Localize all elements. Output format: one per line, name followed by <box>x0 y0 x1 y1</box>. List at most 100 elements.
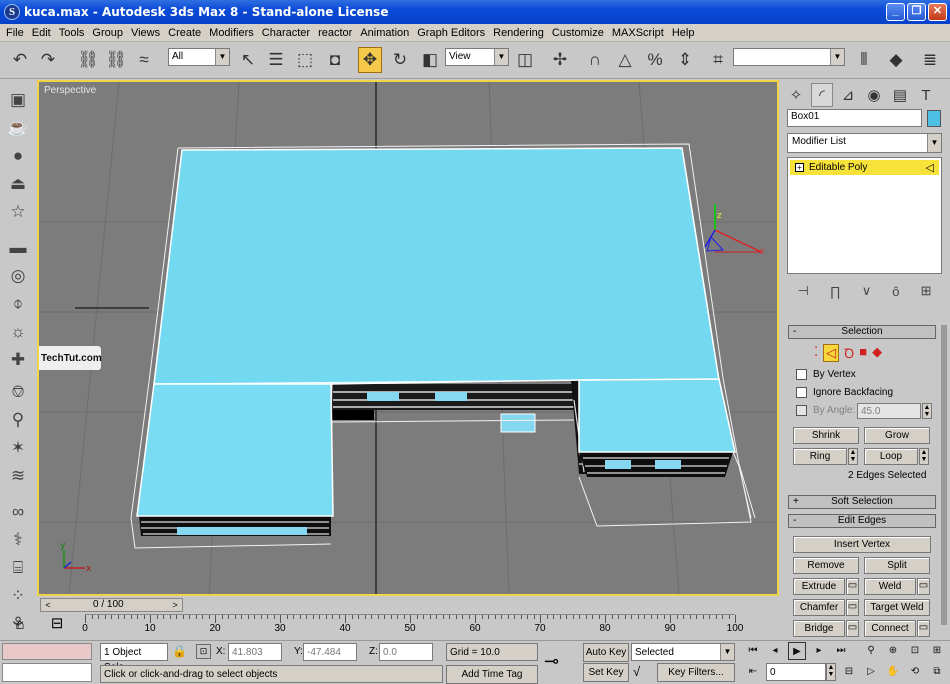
menu-rendering[interactable]: Rendering <box>490 27 549 39</box>
y-coordinate-field[interactable]: -47.484 <box>303 643 357 661</box>
menu-graph-editors[interactable]: Graph Editors <box>414 27 490 39</box>
select-and-link-icon[interactable]: ⛓ <box>76 47 100 73</box>
snap-toggle-icon[interactable]: ∩ <box>583 47 607 73</box>
key-tangent-icon[interactable]: √ <box>633 664 640 679</box>
current-frame-field[interactable]: 0 <box>766 663 826 681</box>
select-and-move-icon[interactable]: ✥ <box>358 47 382 73</box>
object-color-swatch[interactable] <box>927 110 941 127</box>
pivot-center-icon[interactable]: ◫ <box>513 47 537 73</box>
selection-filter-dropdown[interactable]: All ▼ <box>168 48 230 66</box>
polygon-level-icon[interactable]: ■ <box>859 344 867 362</box>
by-angle-checkbox[interactable] <box>796 405 807 416</box>
align-icon[interactable]: ◆ <box>884 47 908 73</box>
minimize-button[interactable]: _ <box>886 3 905 21</box>
create-wave-icon[interactable]: ≋ <box>5 464 31 488</box>
vertex-level-icon[interactable]: ⁚ <box>814 344 818 362</box>
maximize-viewport-icon[interactable]: ⧉ <box>928 663 946 681</box>
previous-frame-icon[interactable]: ◂ <box>766 642 784 660</box>
edit-edges-rollout-header[interactable]: - Edit Edges <box>788 514 936 528</box>
angle-spinner[interactable]: ▲ ▼ <box>922 403 932 419</box>
weld-button[interactable]: Weld <box>864 578 916 595</box>
close-button[interactable]: ✕ <box>928 3 947 21</box>
remove-modifier-icon[interactable]: ȏ <box>892 284 899 299</box>
auto-key-button[interactable]: Auto Key <box>583 643 629 662</box>
menu-customize[interactable]: Customize <box>549 27 609 39</box>
menu-views[interactable]: Views <box>128 27 165 39</box>
key-selection-dropdown[interactable]: Selected ▼ <box>631 643 735 661</box>
selection-rollout-header[interactable]: - Selection <box>788 325 936 339</box>
set-key-button[interactable]: Set Key <box>583 663 629 682</box>
ignore-backfacing-checkbox[interactable] <box>796 387 807 398</box>
next-frame-icon[interactable]: ▸ <box>810 642 828 660</box>
zoom-extents-icon[interactable]: ⊡ <box>906 642 924 660</box>
add-time-tag-button[interactable]: Add Time Tag <box>446 665 538 684</box>
shrink-button[interactable]: Shrink <box>793 427 859 444</box>
field-of-view-icon[interactable]: ▷ <box>862 663 880 681</box>
loop-spinner[interactable]: ▲ ▼ <box>919 448 929 465</box>
angle-snap-icon[interactable]: △ <box>613 47 637 73</box>
go-to-start-icon[interactable]: ⏮ <box>744 642 762 660</box>
menu-animation[interactable]: Animation <box>357 27 414 39</box>
create-spacewarp-icon[interactable]: ⚲ <box>5 408 31 432</box>
expand-plus-icon[interactable]: + <box>795 163 804 172</box>
create-camera-icon[interactable]: ⎊ <box>5 380 31 404</box>
ring-spinner[interactable]: ▲ ▼ <box>848 448 858 465</box>
undo-icon[interactable]: ↶ <box>8 47 32 73</box>
lock-icon[interactable]: 🔒 <box>172 644 187 658</box>
window-crossing-icon[interactable]: ◘ <box>323 47 347 73</box>
menu-tools[interactable]: Tools <box>56 27 90 39</box>
connect-button[interactable]: Connect <box>864 620 916 637</box>
named-selection-dropdown[interactable]: ▼ <box>733 48 845 66</box>
perspective-viewport[interactable]: z x y x Perspective TT TechTut.com <box>37 80 779 596</box>
extrude-button[interactable]: Extrude <box>793 578 845 595</box>
arc-rotate-icon[interactable]: ⟲ <box>906 663 924 681</box>
stack-item-editable-poly[interactable]: + Editable Poly ◁ <box>790 160 939 175</box>
viewport-label[interactable]: Perspective <box>44 85 96 96</box>
redo-icon[interactable]: ↷ <box>36 47 60 73</box>
select-by-name-icon[interactable]: ☰ <box>264 47 288 73</box>
menu-edit[interactable]: Edit <box>29 27 56 39</box>
motion-tab-icon[interactable]: ◉ <box>863 83 885 107</box>
frame-spinner[interactable]: ▲ ▼ <box>826 663 836 681</box>
soft-selection-rollout-header[interactable]: + Soft Selection <box>788 495 936 509</box>
configure-sets-icon[interactable]: ⊞ <box>921 283 932 299</box>
make-unique-icon[interactable]: ∨ <box>862 283 872 299</box>
menu-maxscript[interactable]: MAXScript <box>609 27 669 39</box>
create-torus-knot-icon[interactable]: ∞ <box>5 500 31 524</box>
object-name-field[interactable]: Box01 <box>787 109 922 127</box>
menu-create[interactable]: Create <box>165 27 206 39</box>
create-tab-icon[interactable]: ✧ <box>785 83 807 107</box>
maximize-button[interactable]: ❐ <box>907 3 926 21</box>
time-slider[interactable]: < 0 / 100 > <box>40 598 183 612</box>
utilities-tab-icon[interactable]: T <box>915 83 937 107</box>
angle-value-field[interactable]: 45.0 <box>857 403 921 419</box>
maxscript-listener[interactable] <box>2 643 92 660</box>
element-level-icon[interactable]: ◆ <box>872 344 882 362</box>
unlink-icon[interactable]: ⛓ <box>104 47 128 73</box>
create-light-icon[interactable]: ☼ <box>5 320 31 344</box>
zoom-icon[interactable]: ⚲ <box>862 642 880 660</box>
create-cone-icon[interactable]: ⏏ <box>5 172 31 196</box>
create-box-icon[interactable]: ▣ <box>5 88 31 112</box>
border-level-icon[interactable]: Ꝺ <box>844 344 854 362</box>
mini-curve-editor-icon[interactable]: ⊟ <box>44 614 70 638</box>
menu-group[interactable]: Group <box>89 27 128 39</box>
pan-hand-icon[interactable]: ✋ <box>884 663 902 681</box>
menu-character[interactable]: Character <box>259 27 315 39</box>
rollout-scrollbar[interactable] <box>941 325 947 625</box>
create-capsule-icon[interactable]: ⌽ <box>5 292 31 316</box>
zoom-extents-all-icon[interactable]: ⊞ <box>928 642 946 660</box>
edge-level-icon[interactable]: ◁ <box>823 344 840 362</box>
create-tube-icon[interactable]: ◎ <box>5 264 31 288</box>
select-and-manipulate-icon[interactable]: ✢ <box>548 47 572 73</box>
menu-file[interactable]: File <box>3 27 29 39</box>
absolute-mode-icon[interactable]: ⊡ <box>196 644 211 659</box>
insert-vertex-button[interactable]: Insert Vertex <box>793 536 931 553</box>
loop-button[interactable]: Loop <box>864 448 918 465</box>
modify-tab-icon[interactable]: ◜ <box>811 83 833 107</box>
modifier-list-dropdown[interactable]: Modifier List ▼ <box>787 133 942 153</box>
split-button[interactable]: Split <box>864 557 930 574</box>
target-weld-button[interactable]: Target Weld <box>864 599 930 616</box>
create-particle-view-icon[interactable]: ⁘ <box>5 584 31 608</box>
rectangular-selection-icon[interactable]: ⬚ <box>293 47 317 73</box>
